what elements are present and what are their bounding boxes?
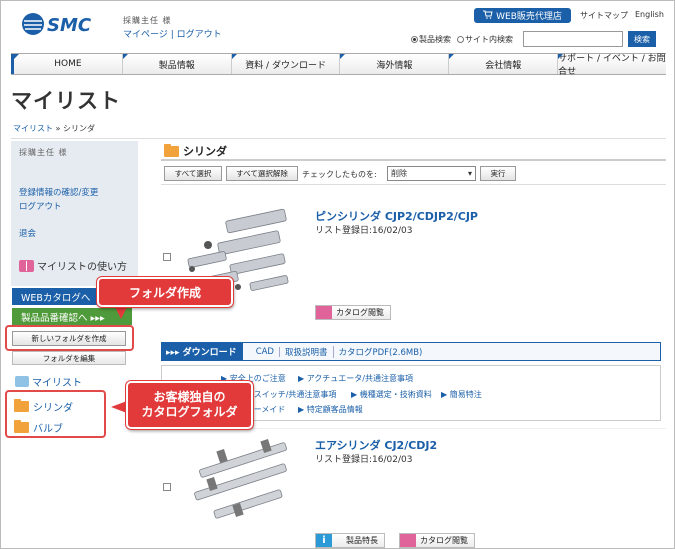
page-title: マイリスト xyxy=(11,89,121,113)
radio-product-search[interactable]: 製品検索 xyxy=(411,34,451,45)
search-scope: 製品検索 サイト内検索 xyxy=(411,34,513,45)
download-bar: ▸▸▸ ダウンロード CAD 取扱説明書 カタログPDF(2.6MB) xyxy=(161,342,661,361)
nav-company[interactable]: 会社情報 xyxy=(448,54,557,74)
global-nav: HOME 製品情報 資料 / ダウンロード 海外情報 会社情報 サポート / イ… xyxy=(11,53,666,77)
callout-line-2: カタログフォルダ xyxy=(141,405,238,419)
heading-divider xyxy=(161,159,666,161)
download-link-actuator[interactable]: ▶ アクチュエータ/共通注意事項 xyxy=(298,373,413,384)
header-user-name: 採購主任 様 xyxy=(123,16,172,25)
nav-home[interactable]: HOME xyxy=(11,54,122,74)
catalog-view-button[interactable]: カタログ閲覧 xyxy=(315,305,391,320)
folder-heading-label: シリンダ xyxy=(183,145,227,158)
download-tab[interactable]: ▸▸▸ ダウンロード xyxy=(162,343,243,360)
book-icon xyxy=(19,259,34,272)
callout-custom-catalog: お客様独自の カタログフォルダ xyxy=(126,381,253,429)
folder-label: バルブ xyxy=(33,424,63,435)
product-date: リスト登録日:16/02/03 xyxy=(315,455,413,465)
logo-text: SMC xyxy=(47,15,92,36)
product-title-cj2[interactable]: エアシリンダ CJ2/CDJ2 xyxy=(315,437,437,453)
book-icon xyxy=(400,534,416,547)
folder-icon xyxy=(164,143,179,157)
download-catalog-pdf[interactable]: カタログPDF(2.6MB) xyxy=(334,346,428,358)
web-dealer-button[interactable]: WEB販売代理店 xyxy=(474,8,571,23)
product-date: リスト登録日:16/02/03 xyxy=(315,226,413,236)
folder-label: シリンダ xyxy=(33,403,73,414)
radio-icon xyxy=(411,36,418,43)
nav-products[interactable]: 製品情報 xyxy=(121,54,231,74)
product-image-cj2[interactable] xyxy=(178,434,303,529)
sidebar-withdraw-link[interactable]: 退会 xyxy=(19,227,36,239)
run-button[interactable]: 実行 xyxy=(480,166,516,181)
catalog-view-label: カタログ閲覧 xyxy=(420,536,468,545)
callout-pointer xyxy=(111,401,127,413)
divider xyxy=(11,138,666,139)
download-link-customer[interactable]: ▶ 特定顧客品情報 xyxy=(298,404,363,415)
callout-line-1: お客様独自の xyxy=(153,390,226,404)
web-dealer-label: WEB販売代理店 xyxy=(496,12,562,22)
link-separator: | xyxy=(167,30,177,40)
radio-site-label: サイト内検索 xyxy=(465,35,513,44)
book-icon xyxy=(316,306,332,319)
product-features-label: 製品特長 xyxy=(346,536,378,545)
book-icon xyxy=(15,376,29,387)
mypage-link[interactable]: マイページ xyxy=(123,30,168,40)
folder-item-cylinder[interactable]: シリンダ xyxy=(14,399,73,414)
smc-logo[interactable]: SMC xyxy=(21,11,109,37)
catalog-view-button[interactable]: カタログ閲覧 xyxy=(399,533,475,548)
download-cad[interactable]: CAD xyxy=(251,346,280,357)
deselect-all-button[interactable]: すべて選択解除 xyxy=(226,166,298,181)
sitemap-link[interactable]: サイトマップ xyxy=(580,10,628,21)
callout-folder-create: フォルダ作成 xyxy=(97,277,233,307)
select-all-button[interactable]: すべて選択 xyxy=(164,166,222,181)
breadcrumb-current: シリンダ xyxy=(63,124,95,133)
edit-folder-button[interactable]: フォルダを編集 xyxy=(12,351,126,365)
breadcrumb-sep: » xyxy=(55,124,61,133)
action-select[interactable]: 削除 ▾ xyxy=(387,166,476,181)
folder-heading: シリンダ xyxy=(164,143,227,159)
search-button[interactable]: 検索 xyxy=(628,31,656,47)
folder-icon xyxy=(14,420,29,433)
new-folder-button[interactable]: 新しいフォルダを作成 xyxy=(12,331,126,346)
download-link-simple-special[interactable]: ▶ 簡易特注 xyxy=(441,389,482,400)
breadcrumb: マイリスト » シリンダ xyxy=(13,123,95,134)
cart-icon xyxy=(483,10,493,22)
product-checkbox[interactable] xyxy=(163,253,171,261)
toolbar-divider xyxy=(161,184,666,185)
callout-pointer xyxy=(114,305,128,319)
nav-overseas[interactable]: 海外情報 xyxy=(339,54,448,74)
logout-link[interactable]: ログアウト xyxy=(177,30,222,40)
howto-label: マイリストの使い方 xyxy=(37,262,127,273)
search-input[interactable] xyxy=(523,31,623,47)
breadcrumb-root[interactable]: マイリスト xyxy=(13,124,53,133)
nav-support[interactable]: サポート / イベント / お問合せ xyxy=(557,54,666,77)
nav-downloads[interactable]: 資料 / ダウンロード xyxy=(230,54,340,74)
chevron-down-icon: ▾ xyxy=(467,169,472,178)
sidebar-user-name: 採購主任 様 xyxy=(19,148,68,157)
download-link-selection[interactable]: ▶ 機種選定・技術資料 xyxy=(351,389,432,400)
product-checkbox[interactable] xyxy=(163,483,171,491)
sidebar-logout-link[interactable]: ログアウト xyxy=(19,200,62,212)
header-user-links: マイページ | ログアウト xyxy=(123,27,222,40)
checked-action-label: チェックしたものを: xyxy=(302,170,377,179)
product-features-button[interactable]: i 製品特長 xyxy=(315,533,385,548)
download-manual[interactable]: 取扱説明書 xyxy=(280,345,334,358)
radio-product-label: 製品検索 xyxy=(419,35,451,44)
sidebar-howto-link[interactable]: マイリストの使い方 xyxy=(19,258,127,273)
folder-item-valve[interactable]: バルブ xyxy=(14,420,63,435)
info-icon: i xyxy=(316,534,332,547)
catalog-view-label: カタログ閲覧 xyxy=(336,308,384,317)
mylist-label: マイリスト xyxy=(32,378,82,389)
radio-site-search[interactable]: サイト内検索 xyxy=(457,34,513,45)
sidebar-mylist-heading[interactable]: マイリスト xyxy=(15,374,82,389)
sidebar-account-link[interactable]: 登録情報の確認/変更 xyxy=(19,186,98,198)
radio-icon xyxy=(457,36,464,43)
folder-icon xyxy=(14,399,29,412)
action-select-value: 削除 xyxy=(391,169,407,178)
english-link[interactable]: English xyxy=(635,10,664,19)
product-title-cjp2[interactable]: ピンシリンダ CJP2/CDJP2/CJP xyxy=(315,208,478,224)
